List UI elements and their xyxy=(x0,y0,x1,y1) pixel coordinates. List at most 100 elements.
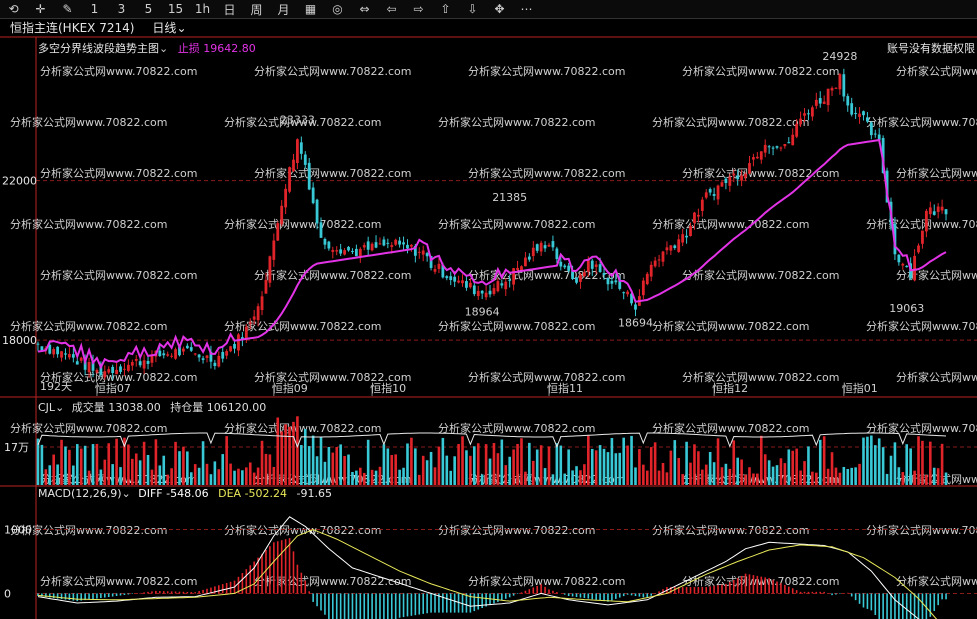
candle-body xyxy=(146,360,150,364)
volume-bar xyxy=(661,462,665,485)
volume-bar xyxy=(437,446,441,485)
volume-bar xyxy=(681,474,684,485)
volume-bar xyxy=(940,443,944,485)
watermark-text: 分析家公式网www.70822.com xyxy=(254,64,411,78)
volume-bar xyxy=(508,456,511,485)
candle-body xyxy=(142,360,146,369)
volume-bar xyxy=(142,441,146,485)
watermark-text: 分析家公式网www.70822.com xyxy=(10,421,167,435)
candle-body xyxy=(897,254,901,263)
candle-body xyxy=(791,134,795,146)
volume-bar xyxy=(284,424,287,485)
watermark-text: 分析家公式网www.70822.com xyxy=(254,166,411,180)
volume-bar xyxy=(79,448,83,485)
volume-bar xyxy=(64,446,67,485)
volume-bar xyxy=(272,466,276,485)
candle-body xyxy=(213,362,217,366)
candle-body xyxy=(551,241,555,248)
watermark-text: 分析家公式网www.70822.com xyxy=(866,217,977,231)
volume-bar xyxy=(791,450,795,485)
candle-body xyxy=(95,370,99,373)
candle-body xyxy=(755,156,759,159)
volume-bar xyxy=(665,472,669,485)
volume-bar xyxy=(433,467,437,485)
volume-bar xyxy=(642,464,645,485)
candle-body xyxy=(170,355,174,357)
volume-bar xyxy=(913,470,916,485)
candle-body xyxy=(563,265,567,268)
volume-bar xyxy=(480,474,484,485)
price-annotation: 19063 xyxy=(889,302,924,315)
candle-body xyxy=(79,357,83,361)
macd-y-tick: 1000 xyxy=(4,524,32,537)
candle-body xyxy=(590,260,594,269)
candle-body xyxy=(520,266,523,271)
candle-body xyxy=(303,154,307,165)
candle-body xyxy=(913,255,916,281)
volume-bar xyxy=(296,416,299,485)
volume-bar xyxy=(767,460,771,485)
volume-bar xyxy=(724,463,728,485)
candle-body xyxy=(225,351,229,356)
volume-bar xyxy=(842,466,846,485)
volume-bar xyxy=(610,437,614,485)
volume-bar xyxy=(241,470,244,485)
candle-body xyxy=(708,189,712,193)
candle-body xyxy=(197,354,201,358)
candle-body xyxy=(205,355,209,359)
volume-bar xyxy=(638,449,641,485)
candle-body xyxy=(461,280,464,284)
volume-bar xyxy=(374,470,378,485)
candle-body xyxy=(410,244,413,247)
candle-body xyxy=(516,267,519,270)
volume-bar xyxy=(524,471,527,485)
candle-body xyxy=(331,249,335,252)
candle-body xyxy=(138,361,142,366)
volume-bar xyxy=(406,443,409,485)
volume-bar xyxy=(174,441,177,485)
volume-bar xyxy=(740,459,743,485)
volume-bar xyxy=(339,444,342,485)
watermark-text: 分析家公式网www.70822.com xyxy=(896,370,977,384)
volume-bar xyxy=(685,441,688,485)
candle-body xyxy=(795,123,799,137)
volume-bar xyxy=(362,472,366,485)
volume-bar xyxy=(91,444,95,485)
volume-bar xyxy=(822,436,826,485)
volume-bar xyxy=(421,455,425,485)
volume-bar xyxy=(56,464,59,485)
volume-bar xyxy=(343,456,346,485)
candle-body xyxy=(759,151,763,160)
volume-bar xyxy=(929,441,932,485)
candle-body xyxy=(936,206,940,212)
candle-body xyxy=(453,276,457,282)
candle-body xyxy=(610,280,614,284)
candle-body xyxy=(288,167,291,192)
watermark-text: 分析家公式网www.70822.com xyxy=(10,319,167,333)
volume-bar xyxy=(182,446,185,485)
x-tick-label: 恒指11 xyxy=(547,381,583,395)
volume-bar xyxy=(382,444,386,485)
volume-bar xyxy=(441,437,445,485)
candle-body xyxy=(68,354,71,358)
candle-body xyxy=(535,244,539,251)
volume-bar xyxy=(197,467,201,485)
candle-body xyxy=(126,364,130,371)
watermark-text: 分析家公式网www.70822.com xyxy=(682,166,839,180)
volume-bar xyxy=(936,468,940,485)
volume-bar xyxy=(75,444,79,485)
volume-bar xyxy=(264,453,268,485)
candle-body xyxy=(771,147,775,149)
candle-body xyxy=(280,205,284,225)
candle-body xyxy=(268,256,272,283)
volume-bar xyxy=(858,463,861,485)
volume-bar xyxy=(347,454,350,485)
watermark-text: 分析家公式网www.70822.com xyxy=(866,115,977,129)
kline-chart[interactable]: 分析家公式网www.70822.com 分析家公式网www.70822.com 分析… xyxy=(0,0,977,619)
candle-body xyxy=(496,281,500,292)
volume-bar xyxy=(335,447,339,485)
volume-bar xyxy=(818,439,822,485)
candle-body xyxy=(362,245,366,248)
volume-bar xyxy=(44,469,48,485)
volume-bar xyxy=(626,445,629,485)
